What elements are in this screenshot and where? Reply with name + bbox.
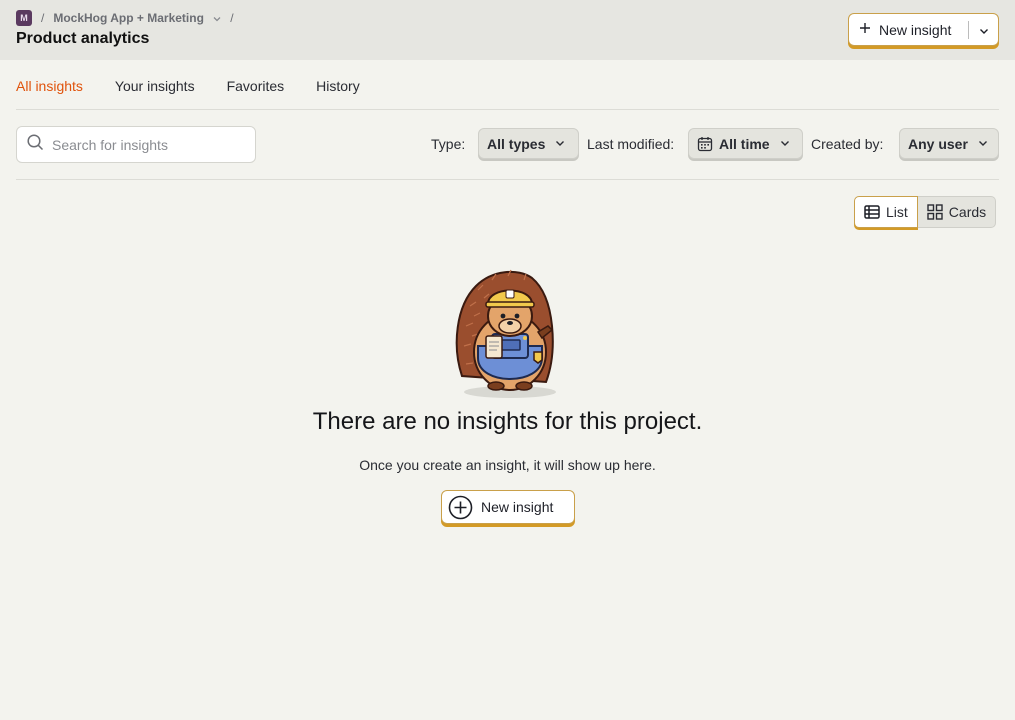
page-title: Product analytics: [16, 30, 150, 47]
view-toggle: List Cards: [854, 196, 997, 228]
tab-your-insights[interactable]: Your insights: [115, 78, 195, 94]
new-insight-button[interactable]: New insight: [849, 20, 969, 39]
search-input[interactable]: [52, 136, 232, 153]
calendar-icon: [697, 136, 713, 152]
search-box: [16, 126, 256, 163]
tab-history[interactable]: History: [316, 78, 360, 94]
cards-view-label: Cards: [948, 204, 987, 220]
created-by-filter-value: Any user: [908, 135, 968, 152]
list-view-label: List: [886, 204, 908, 220]
breadcrumb-project[interactable]: MockHog App + Marketing: [53, 11, 221, 25]
divider: [16, 109, 999, 110]
empty-state-title: There are no insights for this project.: [312, 408, 703, 435]
divider: [16, 179, 999, 180]
breadcrumb: M / MockHog App + Marketing /: [16, 10, 243, 26]
new-insight-split-button: New insight: [848, 13, 999, 46]
top-bar: M / MockHog App + Marketing / Product an…: [0, 0, 1015, 60]
breadcrumb-separator: /: [41, 11, 45, 25]
list-view-button[interactable]: List: [854, 196, 918, 228]
created-by-filter-label: Created by:: [811, 136, 884, 152]
list-icon: [864, 205, 880, 219]
empty-state-button-label: New insight: [481, 499, 554, 515]
type-filter-value: All types: [487, 135, 546, 152]
chevron-down-icon: [780, 140, 790, 147]
chevron-down-icon: [979, 22, 989, 38]
chevron-down-icon: [978, 140, 988, 147]
last-modified-filter-label: Last modified:: [587, 136, 675, 152]
new-insight-label: New insight: [879, 21, 952, 38]
last-modified-filter-value: All time: [719, 135, 770, 152]
empty-state-subtitle: Once you create an insight, it will show…: [359, 457, 656, 473]
project-name: MockHog App + Marketing: [53, 11, 204, 25]
tab-all-insights[interactable]: All insights: [16, 78, 83, 94]
breadcrumb-separator-2: /: [230, 11, 234, 25]
empty-state-new-insight-button[interactable]: New insight: [441, 490, 575, 524]
type-filter-label: Type:: [431, 136, 466, 152]
project-badge[interactable]: M: [16, 10, 32, 26]
new-insight-dropdown-button[interactable]: [969, 14, 998, 45]
plus-icon: [859, 22, 871, 38]
type-filter-dropdown[interactable]: All types: [478, 128, 579, 159]
insight-tabs: All insights Your insights Favorites His…: [16, 78, 392, 94]
created-by-filter-dropdown[interactable]: Any user: [899, 128, 999, 159]
hedgehog-builder-illustration: [448, 266, 568, 400]
chevron-down-icon: [213, 11, 221, 25]
plus-circle-icon: [448, 495, 473, 520]
chevron-down-icon: [555, 140, 565, 147]
search-icon: [27, 133, 44, 156]
grid-icon: [927, 204, 943, 220]
cards-view-button[interactable]: Cards: [917, 196, 997, 228]
tab-favorites[interactable]: Favorites: [227, 78, 285, 94]
last-modified-filter-dropdown[interactable]: All time: [688, 128, 803, 159]
